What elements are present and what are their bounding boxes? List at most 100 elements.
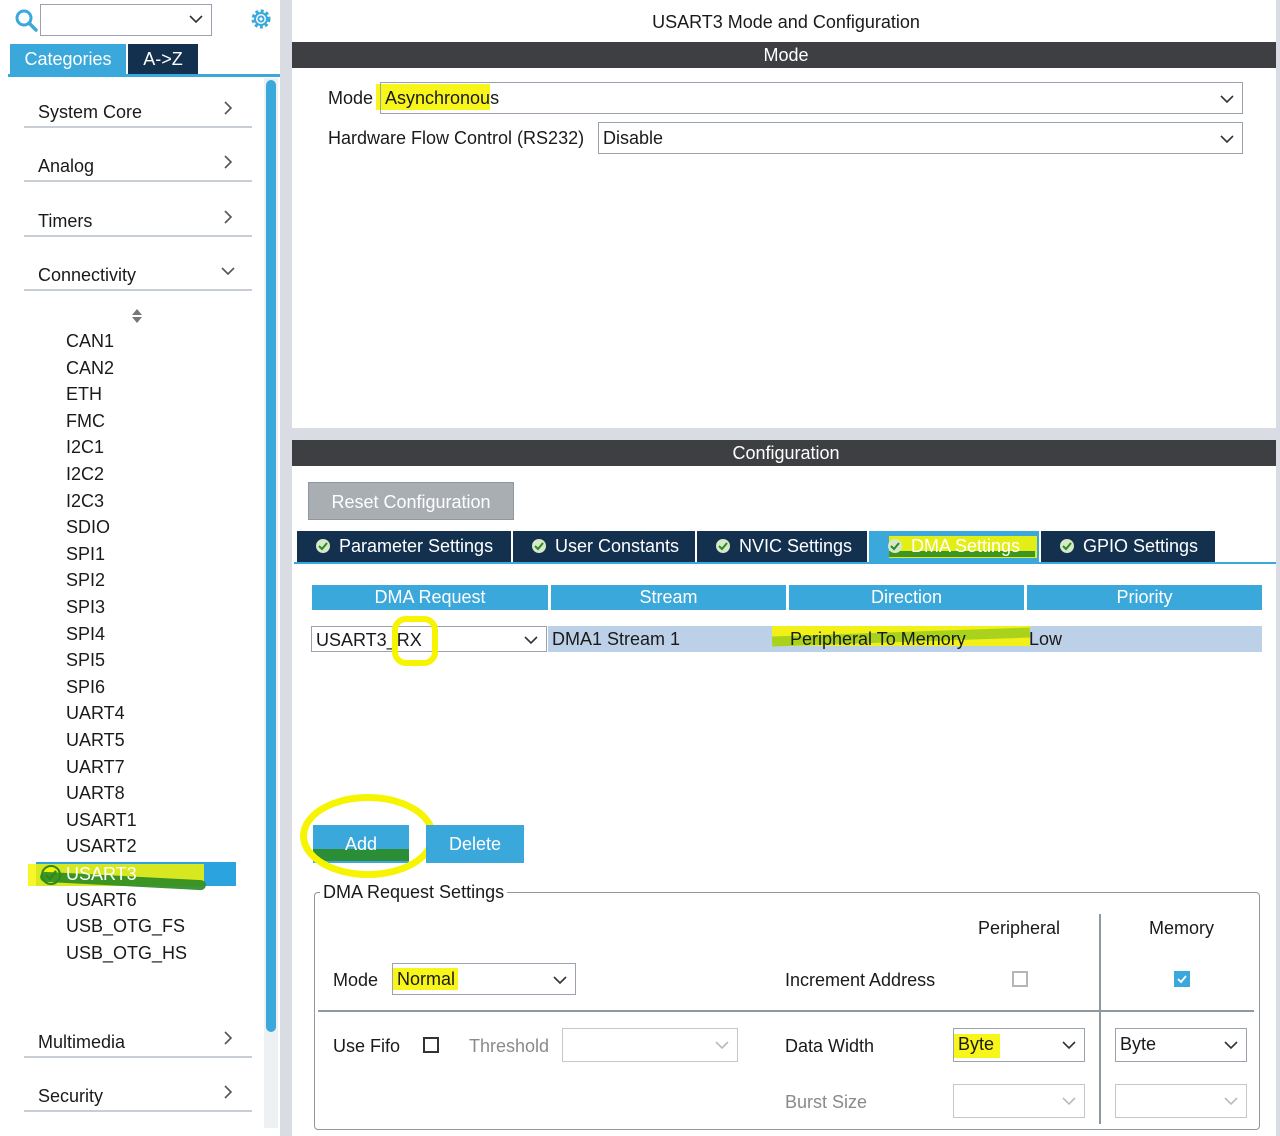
tab-user-constants[interactable]: User Constants (513, 531, 695, 562)
check-circle-icon (716, 539, 730, 553)
category-analog[interactable]: Analog (24, 142, 252, 182)
delete-button[interactable]: Delete (426, 825, 524, 863)
list-item-usb-otg-hs[interactable]: USB_OTG_HS (66, 943, 187, 969)
data-width-peripheral-select[interactable]: Byte (953, 1028, 1085, 1062)
category-system-core[interactable]: System Core (24, 88, 252, 128)
flow-control-select[interactable]: Disable (598, 122, 1243, 154)
column-header-stream[interactable]: Stream (551, 585, 786, 610)
gear-icon[interactable] (248, 6, 274, 32)
mode-section-header: Mode (292, 42, 1280, 68)
configuration-section-header: Configuration (292, 440, 1280, 466)
peripheral-column-header: Peripheral (978, 918, 1061, 938)
list-item-label: USART3 (66, 864, 137, 884)
chevron-right-icon (224, 210, 233, 224)
list-item-spi3[interactable]: SPI3 (66, 597, 105, 623)
list-item-spi1[interactable]: SPI1 (66, 544, 105, 570)
data-width-peripheral-value: Byte (958, 1034, 995, 1054)
category-connectivity[interactable]: Connectivity (24, 251, 252, 291)
tab-gpio-settings[interactable]: GPIO Settings (1041, 531, 1215, 562)
chevron-down-icon (189, 15, 203, 24)
chevron-down-icon (1224, 1041, 1238, 1050)
search-icon[interactable] (14, 8, 38, 32)
category-security[interactable]: Security (24, 1072, 252, 1112)
chevron-down-icon (715, 1041, 729, 1050)
tab-parameter-settings[interactable]: Parameter Settings (297, 531, 511, 562)
list-item-sdio[interactable]: SDIO (66, 517, 110, 543)
column-header-direction[interactable]: Direction (789, 585, 1024, 610)
check-circle-icon (532, 539, 546, 553)
threshold-select (562, 1028, 738, 1062)
list-item-uart8[interactable]: UART8 (66, 783, 125, 809)
category-timers[interactable]: Timers (24, 197, 252, 237)
category-multimedia[interactable]: Multimedia (24, 1018, 252, 1058)
list-item-i2c2[interactable]: I2C2 (66, 464, 104, 490)
increment-address-label: Increment Address (785, 970, 936, 990)
burst-size-memory-select (1115, 1084, 1247, 1118)
column-divider (1099, 914, 1101, 1124)
list-item-usart2[interactable]: USART2 (66, 836, 137, 862)
chevron-down-icon (524, 636, 538, 645)
use-fifo-checkbox[interactable] (423, 1037, 439, 1053)
flow-control-value: Disable (603, 128, 664, 148)
group-legend: DMA Request Settings (320, 882, 508, 903)
search-combobox[interactable] (40, 4, 212, 36)
check-circle-icon (1060, 539, 1074, 553)
list-item-i2c3[interactable]: I2C3 (66, 491, 104, 517)
page-title: USART3 Mode and Configuration (652, 12, 920, 32)
table-cell-direction: Peripheral To Memory (790, 629, 966, 649)
dma-mode-label: Mode (333, 970, 379, 990)
chevron-down-icon (1062, 1097, 1076, 1106)
column-header-priority[interactable]: Priority (1027, 585, 1262, 610)
window-edge (1276, 0, 1280, 1136)
highlight-circle (300, 794, 436, 878)
checkmark-icon (1177, 975, 1187, 984)
tab-categories[interactable]: Categories (10, 44, 126, 74)
tab-a-z[interactable]: A->Z (128, 44, 198, 74)
list-item-spi4[interactable]: SPI4 (66, 624, 105, 650)
list-item-can1[interactable]: CAN1 (66, 331, 114, 357)
dma-mode-value: Normal (397, 969, 456, 989)
sidebar-scrollbar-thumb[interactable] (266, 80, 276, 1032)
list-item-spi2[interactable]: SPI2 (66, 570, 105, 596)
chevron-right-icon (224, 155, 233, 169)
section-divider (292, 428, 1280, 440)
tab-label: DMA Settings (911, 536, 1021, 556)
tab-dma-settings[interactable]: DMA Settings (869, 531, 1039, 562)
tab-strip-underline (294, 562, 1280, 564)
list-item-uart5[interactable]: UART5 (66, 730, 125, 756)
column-header-dma-request[interactable]: DMA Request (312, 585, 548, 610)
increment-memory-checkbox[interactable] (1174, 971, 1190, 987)
tab-label: User Constants (555, 536, 680, 556)
highlight-circle (392, 616, 438, 666)
threshold-label: Threshold (469, 1036, 550, 1056)
list-item-usart1[interactable]: USART1 (66, 810, 137, 836)
list-item-spi6[interactable]: SPI6 (66, 677, 105, 703)
reset-configuration-button[interactable]: Reset Configuration (308, 482, 514, 520)
mode-select[interactable]: Asynchronous (380, 82, 1243, 114)
category-label: Analog (38, 156, 95, 176)
chevron-down-icon (221, 267, 235, 276)
dma-mode-select[interactable]: Normal (392, 963, 576, 995)
list-item-eth[interactable]: ETH (66, 384, 102, 410)
tab-underline (8, 74, 280, 77)
panel-divider[interactable] (280, 0, 292, 1136)
list-item-fmc[interactable]: FMC (66, 411, 105, 437)
tab-nvic-settings[interactable]: NVIC Settings (697, 531, 867, 562)
sort-arrows-icon[interactable] (130, 308, 144, 324)
category-label: Timers (38, 211, 93, 231)
chevron-right-icon (224, 101, 233, 115)
use-fifo-label: Use Fifo (333, 1036, 401, 1056)
list-item-uart7[interactable]: UART7 (66, 757, 125, 783)
increment-peripheral-checkbox[interactable] (1012, 971, 1028, 987)
list-item-usart6[interactable]: USART6 (66, 890, 137, 916)
data-width-memory-select[interactable]: Byte (1115, 1028, 1247, 1062)
list-item-spi5[interactable]: SPI5 (66, 650, 105, 676)
chevron-down-icon (1224, 1097, 1238, 1106)
list-item-can2[interactable]: CAN2 (66, 358, 114, 384)
list-item-i2c1[interactable]: I2C1 (66, 437, 104, 463)
list-item-uart4[interactable]: UART4 (66, 703, 125, 729)
chevron-down-icon (1220, 95, 1234, 104)
row-divider (318, 1010, 1254, 1012)
list-item-usb-otg-fs[interactable]: USB_OTG_FS (66, 916, 185, 942)
mode-value: Asynchronous (385, 88, 500, 108)
